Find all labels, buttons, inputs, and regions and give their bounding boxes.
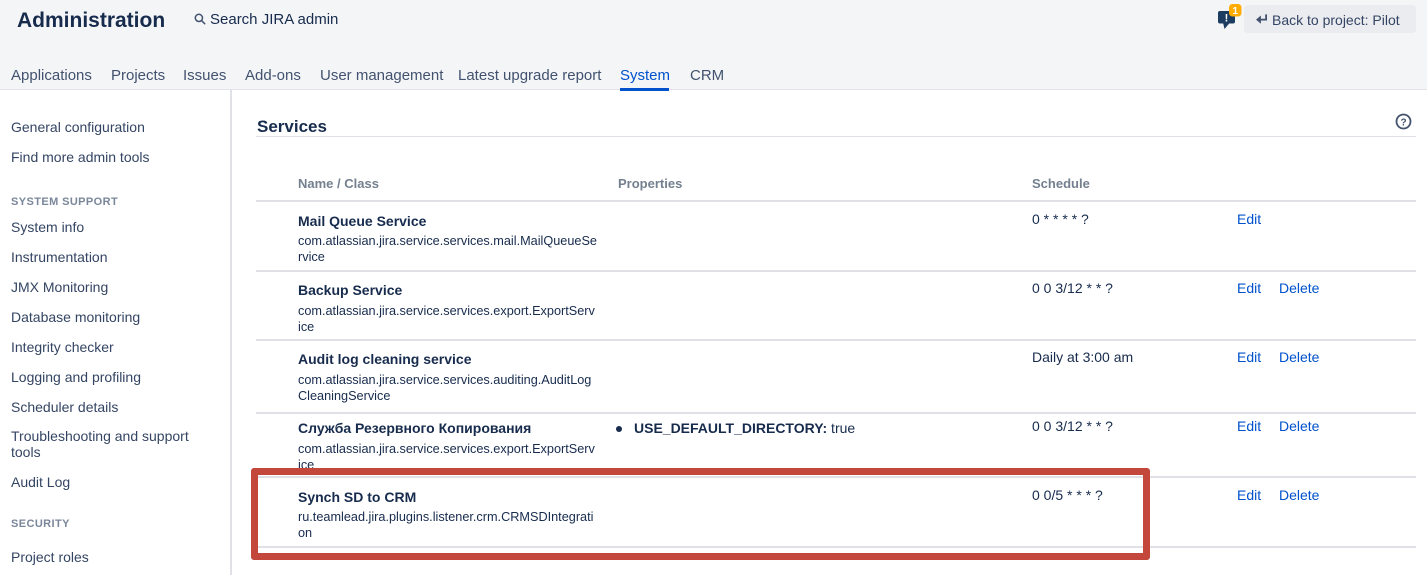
svg-text:1: 1 — [1233, 6, 1239, 17]
svg-text:?: ? — [1400, 117, 1406, 128]
svg-text:!: ! — [1225, 13, 1229, 25]
